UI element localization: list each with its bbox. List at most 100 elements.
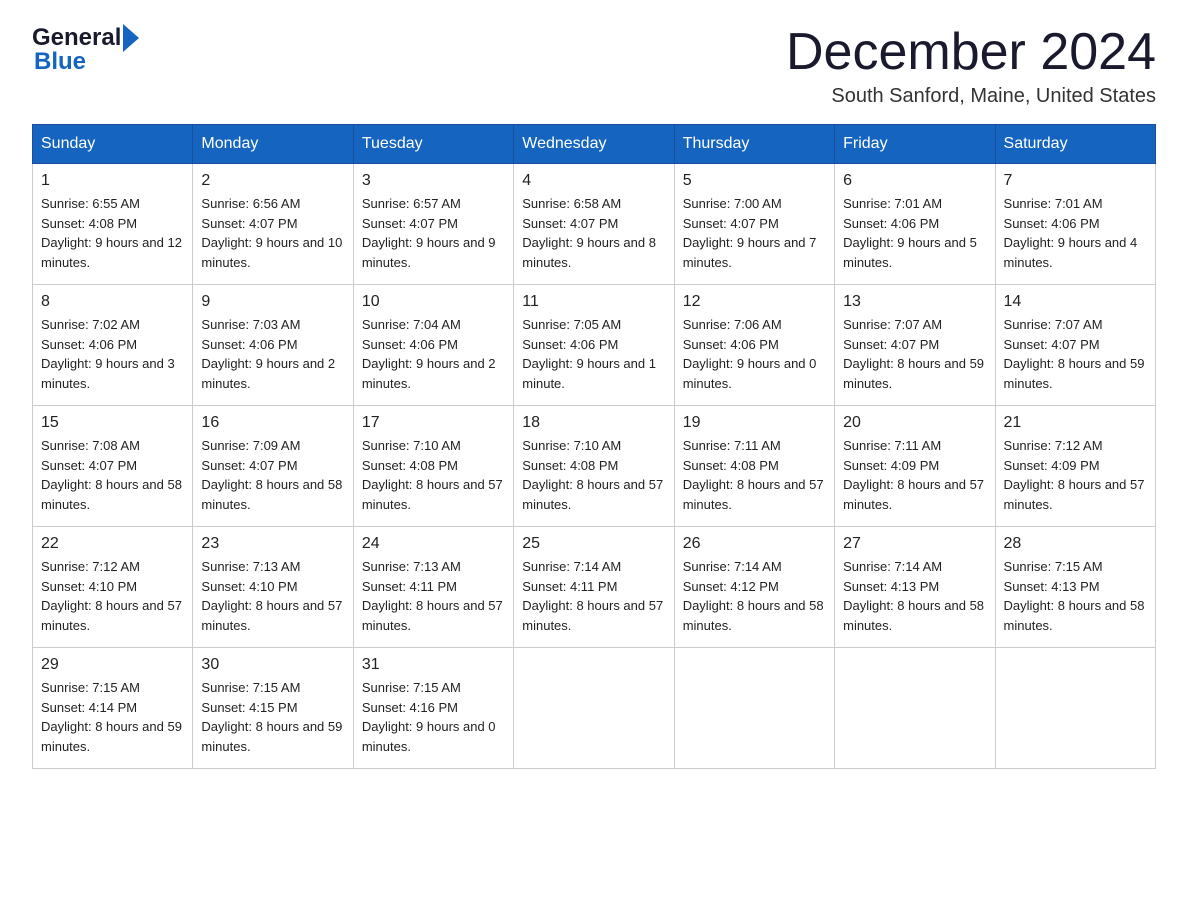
day-number: 17 bbox=[362, 414, 505, 432]
day-info: Sunrise: 7:14 AMSunset: 4:13 PMDaylight:… bbox=[843, 557, 986, 635]
day-number: 31 bbox=[362, 656, 505, 674]
logo-blue-text: Blue bbox=[32, 48, 86, 76]
day-info: Sunrise: 7:03 AMSunset: 4:06 PMDaylight:… bbox=[201, 315, 344, 393]
calendar-cell: 18 Sunrise: 7:10 AMSunset: 4:08 PMDayligh… bbox=[514, 406, 674, 527]
calendar-cell: 14 Sunrise: 7:07 AMSunset: 4:07 PMDayligh… bbox=[995, 285, 1155, 406]
day-info: Sunrise: 7:07 AMSunset: 4:07 PMDaylight:… bbox=[1004, 315, 1147, 393]
day-info: Sunrise: 7:06 AMSunset: 4:06 PMDaylight:… bbox=[683, 315, 826, 393]
day-number: 18 bbox=[522, 414, 665, 432]
day-number: 14 bbox=[1004, 293, 1147, 311]
day-number: 8 bbox=[41, 293, 184, 311]
calendar-cell: 4 Sunrise: 6:58 AMSunset: 4:07 PMDaylight… bbox=[514, 164, 674, 285]
calendar-cell: 13 Sunrise: 7:07 AMSunset: 4:07 PMDayligh… bbox=[835, 285, 995, 406]
calendar-week-row: 8 Sunrise: 7:02 AMSunset: 4:06 PMDaylight… bbox=[33, 285, 1156, 406]
calendar-cell bbox=[995, 648, 1155, 769]
calendar-cell bbox=[674, 648, 834, 769]
col-header-thursday: Thursday bbox=[674, 125, 834, 164]
day-info: Sunrise: 6:58 AMSunset: 4:07 PMDaylight:… bbox=[522, 194, 665, 272]
col-header-monday: Monday bbox=[193, 125, 353, 164]
col-header-friday: Friday bbox=[835, 125, 995, 164]
calendar-cell: 12 Sunrise: 7:06 AMSunset: 4:06 PMDayligh… bbox=[674, 285, 834, 406]
page-header: General Blue December 2024 South Sanford… bbox=[32, 24, 1156, 108]
day-number: 4 bbox=[522, 172, 665, 190]
day-number: 25 bbox=[522, 535, 665, 553]
calendar-cell: 16Sunrise: 7:09 AMSunset: 4:07 PMDayligh… bbox=[193, 406, 353, 527]
day-info: Sunrise: 7:14 AMSunset: 4:11 PMDaylight:… bbox=[522, 557, 665, 635]
calendar-week-row: 22 Sunrise: 7:12 AMSunset: 4:10 PMDayligh… bbox=[33, 527, 1156, 648]
calendar-cell: 30 Sunrise: 7:15 AMSunset: 4:15 PMDayligh… bbox=[193, 648, 353, 769]
day-number: 11 bbox=[522, 293, 665, 311]
col-header-wednesday: Wednesday bbox=[514, 125, 674, 164]
day-info: Sunrise: 7:09 AMSunset: 4:07 PMDaylight:… bbox=[201, 436, 344, 514]
calendar-cell: 31 Sunrise: 7:15 AMSunset: 4:16 PMDayligh… bbox=[353, 648, 513, 769]
calendar-cell: 5Sunrise: 7:00 AMSunset: 4:07 PMDaylight… bbox=[674, 164, 834, 285]
day-number: 6 bbox=[843, 172, 986, 190]
day-info: Sunrise: 7:10 AMSunset: 4:08 PMDaylight:… bbox=[522, 436, 665, 514]
calendar-cell: 20Sunrise: 7:11 AMSunset: 4:09 PMDayligh… bbox=[835, 406, 995, 527]
calendar-week-row: 29Sunrise: 7:15 AMSunset: 4:14 PMDayligh… bbox=[33, 648, 1156, 769]
day-number: 10 bbox=[362, 293, 505, 311]
month-title: December 2024 bbox=[786, 24, 1156, 81]
day-number: 7 bbox=[1004, 172, 1147, 190]
day-info: Sunrise: 7:15 AMSunset: 4:13 PMDaylight:… bbox=[1004, 557, 1147, 635]
day-info: Sunrise: 7:13 AMSunset: 4:11 PMDaylight:… bbox=[362, 557, 505, 635]
logo: General Blue bbox=[32, 24, 139, 76]
calendar-cell: 23 Sunrise: 7:13 AMSunset: 4:10 PMDayligh… bbox=[193, 527, 353, 648]
day-number: 15 bbox=[41, 414, 184, 432]
calendar-cell: 2Sunrise: 6:56 AMSunset: 4:07 PMDaylight… bbox=[193, 164, 353, 285]
day-number: 1 bbox=[41, 172, 184, 190]
day-number: 13 bbox=[843, 293, 986, 311]
day-number: 30 bbox=[201, 656, 344, 674]
day-info: Sunrise: 7:01 AMSunset: 4:06 PMDaylight:… bbox=[1004, 194, 1147, 272]
day-info: Sunrise: 7:04 AMSunset: 4:06 PMDaylight:… bbox=[362, 315, 505, 393]
calendar-cell: 3Sunrise: 6:57 AMSunset: 4:07 PMDaylight… bbox=[353, 164, 513, 285]
day-number: 19 bbox=[683, 414, 826, 432]
day-number: 27 bbox=[843, 535, 986, 553]
day-info: Sunrise: 7:07 AMSunset: 4:07 PMDaylight:… bbox=[843, 315, 986, 393]
calendar-cell: 22 Sunrise: 7:12 AMSunset: 4:10 PMDayligh… bbox=[33, 527, 193, 648]
day-info: Sunrise: 7:13 AMSunset: 4:10 PMDaylight:… bbox=[201, 557, 344, 635]
calendar-header-row: SundayMondayTuesdayWednesdayThursdayFrid… bbox=[33, 125, 1156, 164]
day-info: Sunrise: 7:05 AMSunset: 4:06 PMDaylight:… bbox=[522, 315, 665, 393]
day-info: Sunrise: 7:15 AMSunset: 4:14 PMDaylight:… bbox=[41, 678, 184, 756]
calendar-cell: 8 Sunrise: 7:02 AMSunset: 4:06 PMDaylight… bbox=[33, 285, 193, 406]
day-info: Sunrise: 7:12 AMSunset: 4:10 PMDaylight:… bbox=[41, 557, 184, 635]
day-number: 24 bbox=[362, 535, 505, 553]
location-title: South Sanford, Maine, United States bbox=[786, 85, 1156, 108]
calendar-cell: 28 Sunrise: 7:15 AMSunset: 4:13 PMDayligh… bbox=[995, 527, 1155, 648]
day-number: 28 bbox=[1004, 535, 1147, 553]
logo-arrow-icon bbox=[123, 24, 139, 52]
day-number: 12 bbox=[683, 293, 826, 311]
day-number: 22 bbox=[41, 535, 184, 553]
day-number: 2 bbox=[201, 172, 344, 190]
calendar-cell: 7 Sunrise: 7:01 AMSunset: 4:06 PMDaylight… bbox=[995, 164, 1155, 285]
calendar-cell: 24 Sunrise: 7:13 AMSunset: 4:11 PMDayligh… bbox=[353, 527, 513, 648]
calendar-cell: 25 Sunrise: 7:14 AMSunset: 4:11 PMDayligh… bbox=[514, 527, 674, 648]
title-block: December 2024 South Sanford, Maine, Unit… bbox=[786, 24, 1156, 108]
day-info: Sunrise: 7:10 AMSunset: 4:08 PMDaylight:… bbox=[362, 436, 505, 514]
calendar-cell bbox=[835, 648, 995, 769]
col-header-tuesday: Tuesday bbox=[353, 125, 513, 164]
day-info: Sunrise: 7:01 AMSunset: 4:06 PMDaylight:… bbox=[843, 194, 986, 272]
day-info: Sunrise: 7:08 AMSunset: 4:07 PMDaylight:… bbox=[41, 436, 184, 514]
day-number: 23 bbox=[201, 535, 344, 553]
calendar-table: SundayMondayTuesdayWednesdayThursdayFrid… bbox=[32, 124, 1156, 769]
day-info: Sunrise: 7:00 AMSunset: 4:07 PMDaylight:… bbox=[683, 194, 826, 272]
calendar-cell: 9 Sunrise: 7:03 AMSunset: 4:06 PMDaylight… bbox=[193, 285, 353, 406]
day-number: 26 bbox=[683, 535, 826, 553]
calendar-week-row: 15 Sunrise: 7:08 AMSunset: 4:07 PMDayligh… bbox=[33, 406, 1156, 527]
calendar-cell: 29Sunrise: 7:15 AMSunset: 4:14 PMDayligh… bbox=[33, 648, 193, 769]
calendar-cell: 21Sunrise: 7:12 AMSunset: 4:09 PMDayligh… bbox=[995, 406, 1155, 527]
day-number: 3 bbox=[362, 172, 505, 190]
calendar-cell: 17 Sunrise: 7:10 AMSunset: 4:08 PMDayligh… bbox=[353, 406, 513, 527]
day-number: 9 bbox=[201, 293, 344, 311]
calendar-cell: 15 Sunrise: 7:08 AMSunset: 4:07 PMDayligh… bbox=[33, 406, 193, 527]
day-info: Sunrise: 7:15 AMSunset: 4:16 PMDaylight:… bbox=[362, 678, 505, 756]
day-info: Sunrise: 7:11 AMSunset: 4:08 PMDaylight:… bbox=[683, 436, 826, 514]
day-info: Sunrise: 7:15 AMSunset: 4:15 PMDaylight:… bbox=[201, 678, 344, 756]
calendar-cell: 6 Sunrise: 7:01 AMSunset: 4:06 PMDaylight… bbox=[835, 164, 995, 285]
calendar-cell: 27 Sunrise: 7:14 AMSunset: 4:13 PMDayligh… bbox=[835, 527, 995, 648]
day-info: Sunrise: 6:55 AMSunset: 4:08 PMDaylight:… bbox=[41, 194, 184, 272]
day-info: Sunrise: 7:14 AMSunset: 4:12 PMDaylight:… bbox=[683, 557, 826, 635]
day-info: Sunrise: 7:02 AMSunset: 4:06 PMDaylight:… bbox=[41, 315, 184, 393]
